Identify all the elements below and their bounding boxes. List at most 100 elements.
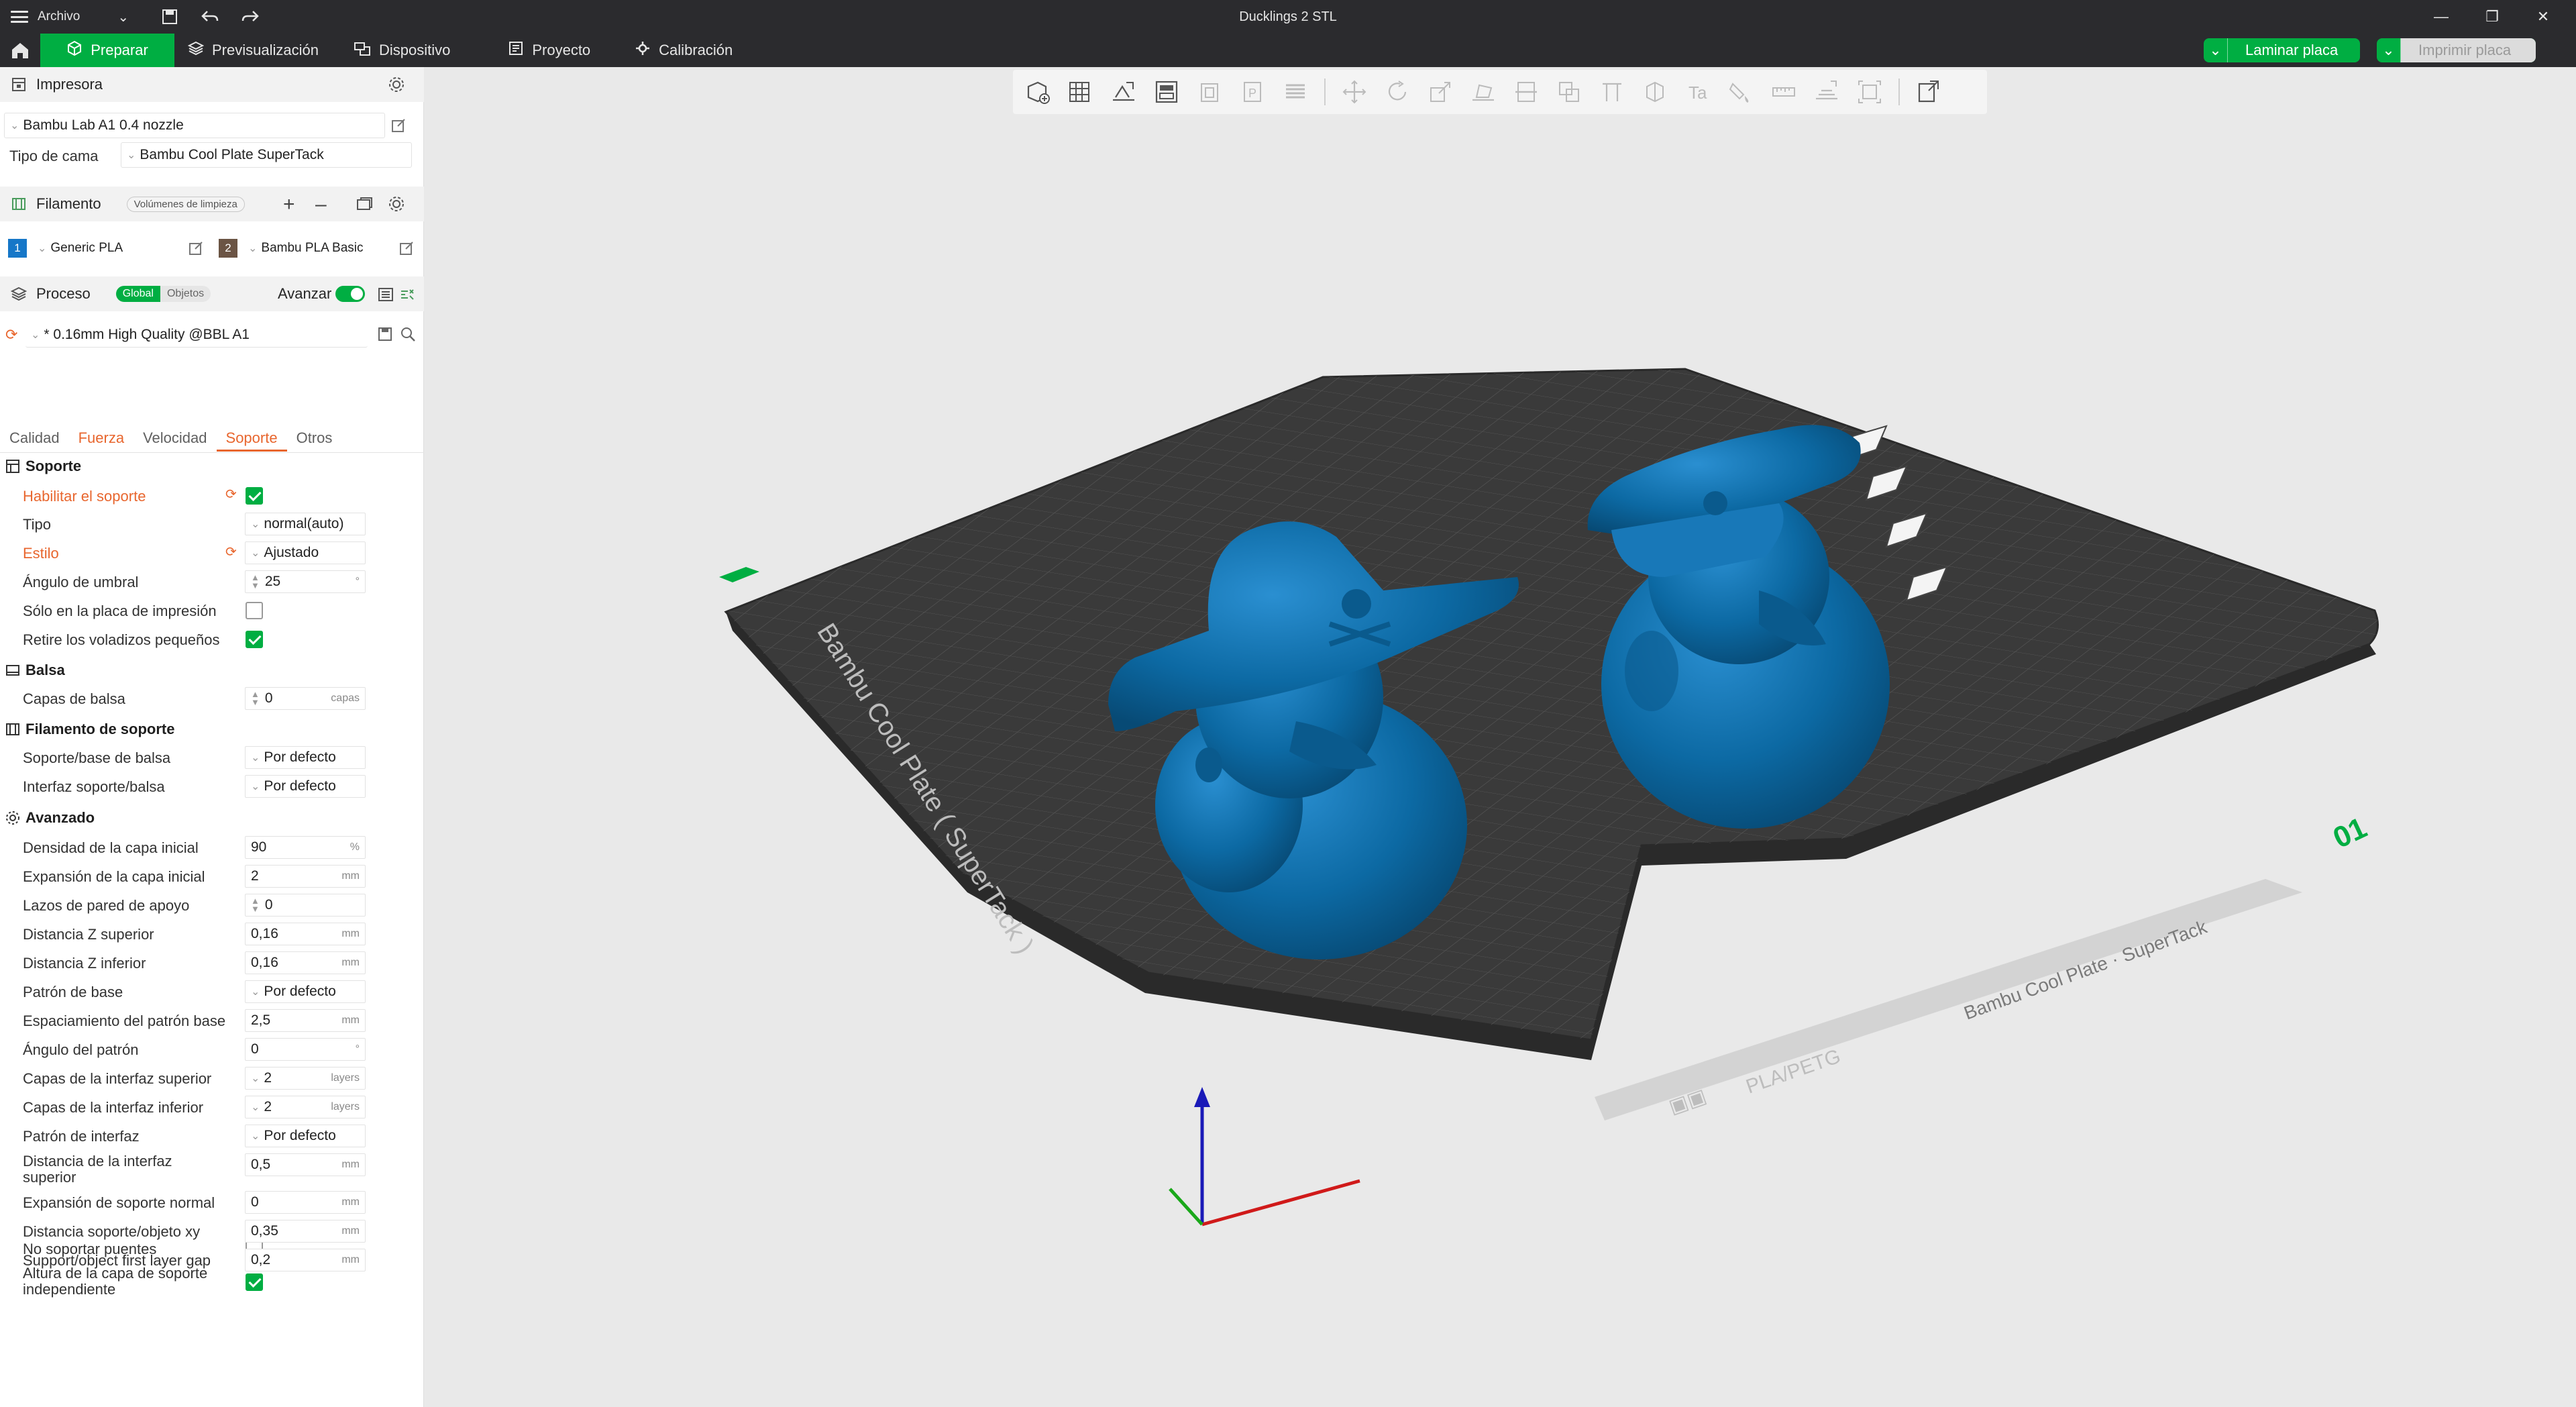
gear-icon[interactable] — [388, 195, 405, 213]
filament-select[interactable]: ⌄ Generic PLA — [32, 236, 181, 260]
support-paint-icon[interactable] — [1593, 72, 1631, 111]
plate-edit-icon[interactable] — [719, 567, 759, 582]
text-shape-icon[interactable]: Ta — [1678, 72, 1717, 111]
sync-icon[interactable] — [356, 196, 373, 213]
support-style-select[interactable]: ⌄ Ajustado — [245, 541, 366, 564]
close-icon[interactable]: ✕ — [2533, 8, 2553, 25]
printer-section-header[interactable]: Impresora — [0, 67, 424, 102]
object-list-icon[interactable] — [1909, 72, 1948, 111]
remove-icon[interactable]: – — [315, 193, 327, 216]
measure-icon[interactable] — [1764, 72, 1803, 111]
variable-layer-icon[interactable] — [1276, 72, 1315, 111]
interface-filament-select[interactable]: ⌄ Por defecto — [245, 775, 366, 798]
advanced-option-input[interactable]: 2,5 mm — [245, 1009, 366, 1032]
spin-icon[interactable]: ▲ ▼ — [251, 896, 260, 913]
chevron-down-icon[interactable]: ⌄ — [2204, 38, 2228, 62]
filament-section-header[interactable]: Filamento Volúmenes de limpieza + – — [0, 187, 424, 221]
toggle-global[interactable]: Global — [115, 286, 160, 302]
scene-canvas[interactable]: Bambu Cool Plate ( SuperTack ) Bambu Coo… — [424, 67, 2576, 1407]
subtab-support[interactable]: Soporte — [216, 426, 287, 452]
advanced-option-input[interactable]: ▲ ▼ 0 — [245, 894, 366, 917]
toggle-objects[interactable]: Objetos — [160, 286, 211, 302]
base-filament-select[interactable]: ⌄ Por defecto — [245, 746, 366, 769]
print-plate-button[interactable]: ⌄ Imprimir placa — [2377, 38, 2536, 62]
process-preset-select[interactable]: ⌄ * 0.16mm High Quality @BBL A1 — [25, 322, 368, 348]
lay-on-face-icon[interactable] — [1464, 72, 1503, 111]
printer-select[interactable]: ⌄ Bambu Lab A1 0.4 nozzle — [4, 113, 385, 138]
only-plate-checkbox[interactable] — [246, 602, 263, 619]
boolean-icon[interactable] — [1550, 72, 1589, 111]
advanced-switch[interactable] — [335, 286, 365, 302]
fit-view-icon[interactable] — [1850, 72, 1889, 111]
bed-type-select[interactable]: ⌄ Bambu Cool Plate SuperTack — [121, 142, 412, 168]
subtab-quality[interactable]: Calidad — [0, 426, 69, 452]
remove-small-overhangs-checkbox[interactable] — [246, 631, 263, 648]
add-plate-icon[interactable] — [1061, 72, 1100, 111]
build-plate[interactable] — [724, 368, 2379, 1121]
add-icon[interactable]: + — [283, 193, 295, 216]
auto-orient-icon[interactable] — [1104, 72, 1143, 111]
redo-icon[interactable] — [239, 5, 262, 28]
flush-volumes-button[interactable]: Volúmenes de limpieza — [126, 196, 245, 212]
advanced-option-input[interactable]: ⌄ 2 layers — [245, 1067, 366, 1090]
reset-icon[interactable]: ⟳ — [225, 487, 240, 502]
edit-icon[interactable] — [398, 240, 415, 256]
spin-icon[interactable]: ▲ ▼ — [251, 690, 260, 707]
save-icon[interactable] — [158, 5, 181, 28]
independent-height-checkbox[interactable] — [246, 1273, 263, 1291]
advanced-option-input[interactable]: 0 ° — [245, 1038, 366, 1061]
advanced-option-input[interactable]: ⌄ 2 layers — [245, 1096, 366, 1118]
tab-preview[interactable]: Previsualización — [174, 34, 336, 67]
tab-prepare[interactable]: Preparar — [40, 34, 174, 67]
gear-icon[interactable] — [388, 76, 405, 93]
support-type-select[interactable]: ⌄ normal(auto) — [245, 513, 366, 535]
edit-icon[interactable] — [188, 240, 204, 256]
scale-icon[interactable] — [1421, 72, 1460, 111]
cut-icon[interactable] — [1507, 72, 1546, 111]
tab-device[interactable]: Dispositivo — [336, 34, 468, 67]
advanced-option-input[interactable]: 0 mm — [245, 1191, 366, 1214]
move-icon[interactable] — [1335, 72, 1374, 111]
advanced-option-input[interactable]: ⌄ Por defecto — [245, 1125, 366, 1147]
chevron-down-icon[interactable]: ⌄ — [2377, 38, 2401, 62]
advanced-option-input[interactable]: 0,5 mm — [245, 1153, 366, 1176]
home-icon[interactable] — [0, 34, 40, 67]
subtab-strength[interactable]: Fuerza — [69, 426, 133, 452]
list-icon[interactable] — [377, 286, 394, 303]
advanced-option-input[interactable]: 0,2 mm — [245, 1249, 366, 1271]
advanced-option-input[interactable]: 0,16 mm — [245, 923, 366, 945]
restore-icon[interactable]: ❐ — [2482, 8, 2502, 25]
split-parts-icon[interactable]: P — [1233, 72, 1272, 111]
global-objects-toggle[interactable]: Global Objetos — [115, 286, 211, 302]
modified-reset-icon[interactable]: ⟳ — [5, 326, 17, 344]
chevron-down-icon[interactable]: ⌄ — [117, 9, 129, 25]
subtab-speed[interactable]: Velocidad — [133, 426, 216, 452]
advanced-option-input[interactable]: 0,16 mm — [245, 951, 366, 974]
save-icon[interactable] — [377, 326, 393, 342]
raft-layers-input[interactable]: ▲ ▼ 0 capas — [245, 687, 366, 710]
seam-paint-icon[interactable] — [1635, 72, 1674, 111]
advanced-option-input[interactable]: 2 mm — [245, 865, 366, 888]
3d-viewport[interactable]: Bambu Cool Plate ( SuperTack ) Bambu Coo… — [424, 67, 2576, 1407]
spin-icon[interactable]: ▲ ▼ — [251, 573, 260, 590]
process-section-header[interactable]: Proceso Global Objetos Avanzar — [0, 276, 424, 311]
split-objects-icon[interactable] — [1190, 72, 1229, 111]
color-paint-icon[interactable] — [1721, 72, 1760, 111]
file-menu[interactable]: Archivo ⌄ — [0, 9, 129, 25]
subtab-others[interactable]: Otros — [287, 426, 342, 452]
advanced-option-input[interactable]: 90% — [245, 836, 366, 859]
minimize-icon[interactable]: — — [2431, 8, 2451, 25]
compare-icon[interactable] — [398, 286, 416, 303]
advanced-option-input[interactable]: ⌄ Por defecto — [245, 980, 366, 1003]
filament-select[interactable]: ⌄ Bambu PLA Basic — [243, 236, 392, 260]
assembly-icon[interactable] — [1807, 72, 1846, 111]
rotate-icon[interactable] — [1378, 72, 1417, 111]
slice-plate-button[interactable]: ⌄ Laminar placa — [2204, 38, 2360, 62]
arrange-icon[interactable] — [1147, 72, 1186, 111]
tab-project[interactable]: Proyecto — [468, 34, 608, 67]
threshold-angle-input[interactable]: ▲ ▼ 25 ° — [245, 570, 366, 593]
advanced-option-input[interactable]: 0,35 mm — [245, 1220, 366, 1243]
enable-support-checkbox[interactable] — [246, 487, 263, 505]
reset-icon[interactable]: ⟳ — [225, 545, 240, 560]
edit-icon[interactable] — [390, 117, 407, 134]
